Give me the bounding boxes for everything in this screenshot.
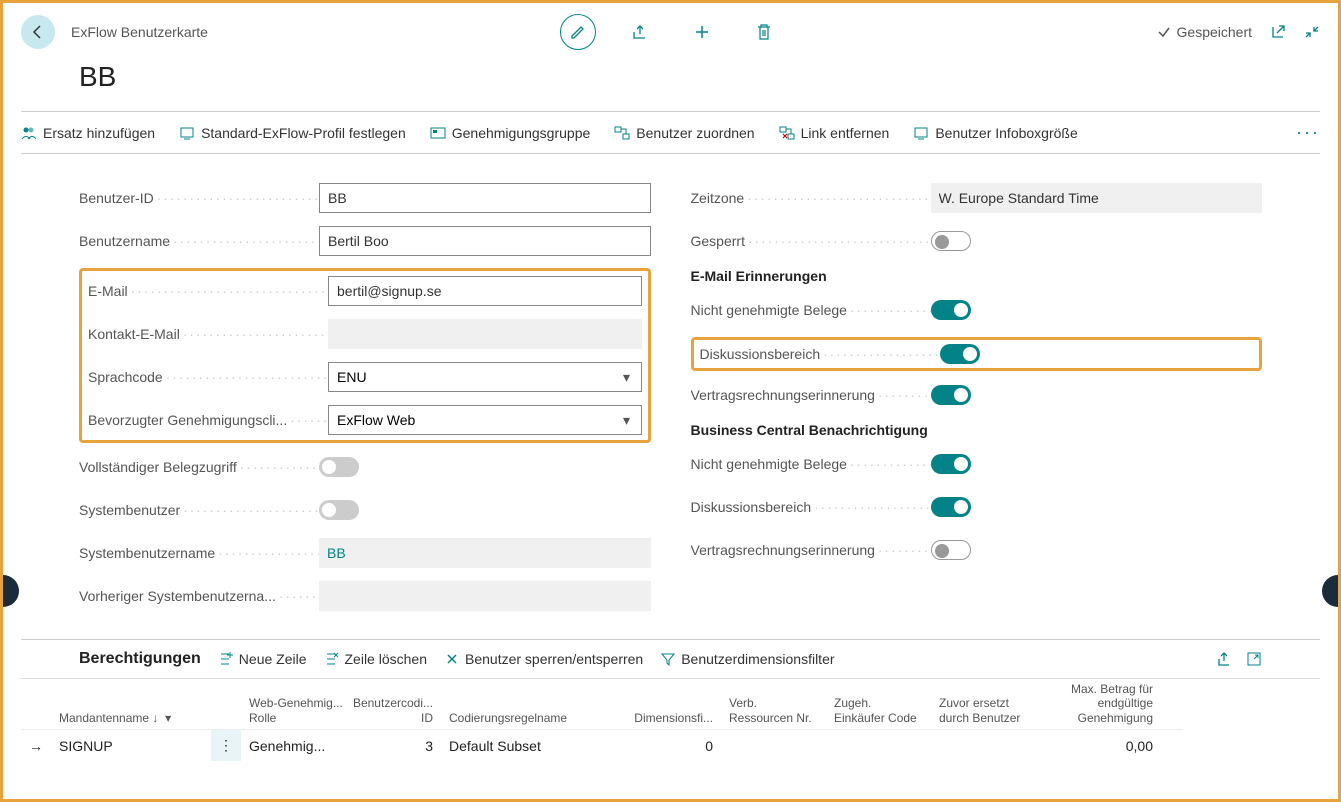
- table-row[interactable]: → SIGNUP ⋮ Genehmig... 3 Default Subset …: [21, 729, 1320, 761]
- cell-zuvor[interactable]: [931, 729, 1031, 761]
- toggle-systembenutzer[interactable]: [319, 500, 359, 520]
- cell-rulename[interactable]: Default Subset: [441, 729, 621, 761]
- popout-icon: [1270, 24, 1286, 40]
- chevron-down-icon: ▾: [613, 369, 641, 386]
- toggle-er-nicht-genehmigt[interactable]: [931, 300, 971, 320]
- popout-button[interactable]: [1270, 24, 1286, 40]
- label-gesperrt: Gesperrt: [691, 233, 931, 249]
- label-voll-belegzugriff: Vollständiger Belegzugriff: [79, 459, 319, 475]
- input-kontakt-email: [328, 319, 642, 349]
- share-icon: [1216, 651, 1232, 667]
- cell-max[interactable]: 0,00: [1031, 729, 1161, 761]
- action-standard-profil[interactable]: Standard-ExFlow-Profil festlegen: [179, 125, 406, 141]
- col-dimfi[interactable]: Dimensionsfi...: [621, 679, 721, 729]
- grid-action-zeile-loeschen[interactable]: Zeile löschen: [325, 651, 428, 667]
- delete-button[interactable]: [746, 14, 782, 50]
- action-ersatz-hinzufuegen[interactable]: Ersatz hinzufügen: [21, 125, 155, 141]
- input-benutzer-id[interactable]: [319, 183, 651, 213]
- collapse-button[interactable]: [1304, 24, 1320, 40]
- action-genehmigungsgruppe[interactable]: Genehmigungsgruppe: [430, 125, 591, 141]
- toggle-gesperrt[interactable]: [931, 231, 971, 251]
- label-er-diskussion: Diskussionsbereich: [700, 346, 940, 362]
- select-bevorzugter-client[interactable]: ▾: [328, 405, 642, 435]
- share-icon: [631, 23, 649, 41]
- select-sprachcode[interactable]: ▾: [328, 362, 642, 392]
- trash-icon: [756, 23, 772, 41]
- col-verb[interactable]: Verb. Ressourcen Nr.: [721, 679, 826, 729]
- collapse-icon: [1304, 24, 1320, 40]
- cell-dimfi[interactable]: 0: [621, 729, 721, 761]
- toggle-er-diskussion[interactable]: [940, 344, 980, 364]
- action-benutzer-zuordnen[interactable]: Benutzer zuordnen: [614, 125, 754, 141]
- share-button[interactable]: [622, 14, 658, 50]
- more-actions-button[interactable]: ···: [1296, 122, 1320, 143]
- input-benutzername[interactable]: [319, 226, 651, 256]
- label-bc-nicht-genehmigt: Nicht genehmigte Belege: [691, 456, 931, 472]
- label-email: E-Mail: [88, 283, 328, 299]
- heading-email-erinnerungen: E-Mail Erinnerungen: [691, 268, 1263, 284]
- label-bevorzugter-client: Bevorzugter Genehmigungscli...: [88, 412, 328, 428]
- label-er-nicht-genehmigt: Nicht genehmigte Belege: [691, 302, 931, 318]
- cell-bcid[interactable]: 3: [351, 729, 441, 761]
- action-infoboxgroesse[interactable]: Benutzer Infoboxgröße: [913, 125, 1077, 141]
- page-title: BB: [3, 53, 1338, 111]
- cell-mandant[interactable]: SIGNUP: [51, 729, 211, 761]
- col-max[interactable]: Max. Betrag für endgültige Genehmigung: [1031, 679, 1161, 729]
- grid-share-button[interactable]: [1216, 651, 1232, 667]
- grid-expand-button[interactable]: [1246, 651, 1262, 667]
- grid-title: Berechtigungen: [79, 650, 201, 668]
- edit-button[interactable]: [560, 14, 596, 50]
- highlight-right: Diskussionsbereich: [691, 337, 1263, 371]
- col-mandant[interactable]: Mandantenname ↓ ▾: [51, 679, 211, 729]
- cell-ek[interactable]: [826, 729, 931, 761]
- grid-action-dimfilter[interactable]: Benutzerdimensionsfilter: [661, 651, 834, 667]
- pencil-icon: [570, 24, 586, 40]
- toggle-bc-diskussion[interactable]: [931, 497, 971, 517]
- back-button[interactable]: [21, 15, 55, 49]
- label-er-vertragsrechnung: Vertragsrechnungserinnerung: [691, 387, 931, 403]
- action-link-entfernen[interactable]: Link entfernen: [779, 125, 890, 141]
- chevron-down-icon: ▾: [613, 412, 641, 429]
- row-menu-button[interactable]: ⋮: [211, 729, 241, 761]
- input-vorheriger-sysname: [319, 581, 651, 611]
- col-bcid[interactable]: Benutzercodi... ID: [351, 679, 441, 729]
- label-benutzername: Benutzername: [79, 233, 319, 249]
- grid-action-sperren[interactable]: Benutzer sperren/entsperren: [445, 651, 643, 667]
- cell-webrole[interactable]: Genehmig...: [241, 729, 351, 761]
- heading-bc-benachrichtigung: Business Central Benachrichtigung: [691, 422, 1263, 438]
- highlight-left: E-Mail Kontakt-E-Mail Sprachcode ▾ Bevor…: [79, 268, 651, 443]
- label-vorheriger-sysname: Vorheriger Systembenutzerna...: [79, 588, 319, 604]
- label-zeitzone: Zeitzone: [691, 190, 931, 206]
- label-kontakt-email: Kontakt-E-Mail: [88, 326, 328, 342]
- input-zeitzone: [931, 183, 1263, 213]
- toggle-bc-nicht-genehmigt[interactable]: [931, 454, 971, 474]
- saved-indicator: Gespeichert: [1157, 24, 1252, 40]
- col-rulename[interactable]: Codierungsregelname: [441, 679, 621, 729]
- check-icon: [1157, 25, 1171, 39]
- new-button[interactable]: [684, 14, 720, 50]
- label-sprachcode: Sprachcode: [88, 369, 328, 385]
- col-webrole[interactable]: Web-Genehmig... Rolle: [241, 679, 351, 729]
- row-selector[interactable]: →: [21, 729, 51, 761]
- label-bc-vertragsrechnung: Vertragsrechnungserinnerung: [691, 542, 931, 558]
- cell-verb[interactable]: [721, 729, 826, 761]
- grid-action-neue-zeile[interactable]: Neue Zeile: [219, 651, 307, 667]
- plus-icon: [693, 23, 711, 41]
- label-systembenutzername: Systembenutzername: [79, 545, 319, 561]
- chevron-down-icon: ▾: [165, 711, 171, 725]
- toggle-voll-belegzugriff[interactable]: [319, 457, 359, 477]
- col-ek[interactable]: Zugeh. Einkäufer Code: [826, 679, 931, 729]
- label-bc-diskussion: Diskussionsbereich: [691, 499, 931, 515]
- toggle-bc-vertragsrechnung[interactable]: [931, 540, 971, 560]
- input-email[interactable]: [328, 276, 642, 306]
- toggle-er-vertragsrechnung[interactable]: [931, 385, 971, 405]
- label-systembenutzer: Systembenutzer: [79, 502, 319, 518]
- expand-icon: [1246, 651, 1262, 667]
- label-benutzer-id: Benutzer-ID: [79, 190, 319, 206]
- col-zuvor[interactable]: Zuvor ersetzt durch Benutzer: [931, 679, 1031, 729]
- input-systembenutzername: [319, 538, 651, 568]
- page-type-label: ExFlow Benutzerkarte: [71, 24, 208, 40]
